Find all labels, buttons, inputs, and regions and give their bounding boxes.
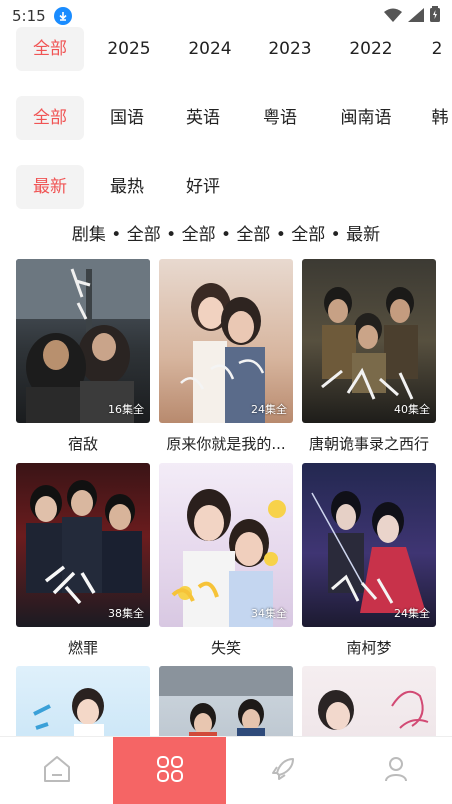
year-chip-partial[interactable]: 2 [427,27,447,71]
battery-icon [430,6,440,26]
nav-discover[interactable] [226,737,339,804]
category-grid-icon [155,754,185,788]
filter-summary: 剧集 • 全部 • 全部 • 全部 • 全部 • 最新 [71,225,381,245]
episode-count: 24集全 [394,607,430,620]
drama-card[interactable]: 38集全 燃罪 [16,463,150,658]
drama-title: 失笑 [210,639,241,657]
language-filter-row: 全部 国语 英语 粤语 闽南语 韩 [0,96,452,140]
sort-chip-top-rated[interactable]: 好评 [174,165,232,209]
drama-card[interactable]: 34集全 失笑 [159,463,293,658]
language-chip-english[interactable]: 英语 [174,96,232,140]
home-icon [42,755,72,787]
year-chip-2022[interactable]: 2022 [340,27,402,71]
nav-home[interactable] [0,737,113,804]
language-chip-cantonese[interactable]: 粤语 [251,96,309,140]
drama-title: 燃罪 [67,639,98,657]
signal-icon [408,7,424,26]
sort-chip-latest[interactable]: 最新 [16,165,84,209]
episode-count: 38集全 [108,607,144,620]
drama-card[interactable]: 24集全 原来你就是我的... [159,259,293,454]
sort-chip-hottest[interactable]: 最热 [98,165,156,209]
drama-poster: 16集全 [16,259,150,423]
drama-card[interactable]: 24集全 南柯梦 [302,463,436,658]
year-chip-2023[interactable]: 2023 [259,27,321,71]
year-chip-all[interactable]: 全部 [16,27,84,71]
language-chip-all[interactable]: 全部 [16,96,84,140]
year-filter-row: 全部 2025 2024 2023 2022 2 [0,27,452,71]
profile-icon [382,755,410,787]
drama-poster: 24集全 [159,259,293,423]
drama-title: 南柯梦 [346,639,392,657]
language-chip-minnan[interactable]: 闽南语 [330,96,402,140]
wifi-icon [384,7,402,26]
status-time: 5:15 [12,7,46,25]
language-chip-partial[interactable]: 韩 [430,96,450,140]
episode-count: 34集全 [251,607,287,620]
year-chip-2025[interactable]: 2025 [98,27,160,71]
drama-poster: 38集全 [16,463,150,627]
drama-title: 宿敌 [67,435,98,453]
year-chip-2024[interactable]: 2024 [179,27,241,71]
language-chip-mandarin[interactable]: 国语 [98,96,156,140]
episode-count: 24集全 [251,403,287,416]
drama-poster: 40集全 [302,259,436,423]
drama-card[interactable]: 40集全 唐朝诡事录之西行 [302,259,436,454]
download-icon [53,7,72,25]
drama-poster: 24集全 [302,463,436,627]
drama-title: 原来你就是我的... [166,435,286,453]
nav-category[interactable] [113,737,226,804]
sort-filter-row: 最新 最热 好评 [0,165,452,209]
rocket-icon [269,755,297,787]
drama-card[interactable]: 16集全 宿敌 [16,259,150,454]
nav-profile[interactable] [339,737,452,804]
episode-count: 40集全 [394,403,430,416]
bottom-nav [0,736,452,804]
drama-poster: 34集全 [159,463,293,627]
episode-count: 16集全 [108,403,144,416]
drama-title: 唐朝诡事录之西行 [308,435,429,453]
